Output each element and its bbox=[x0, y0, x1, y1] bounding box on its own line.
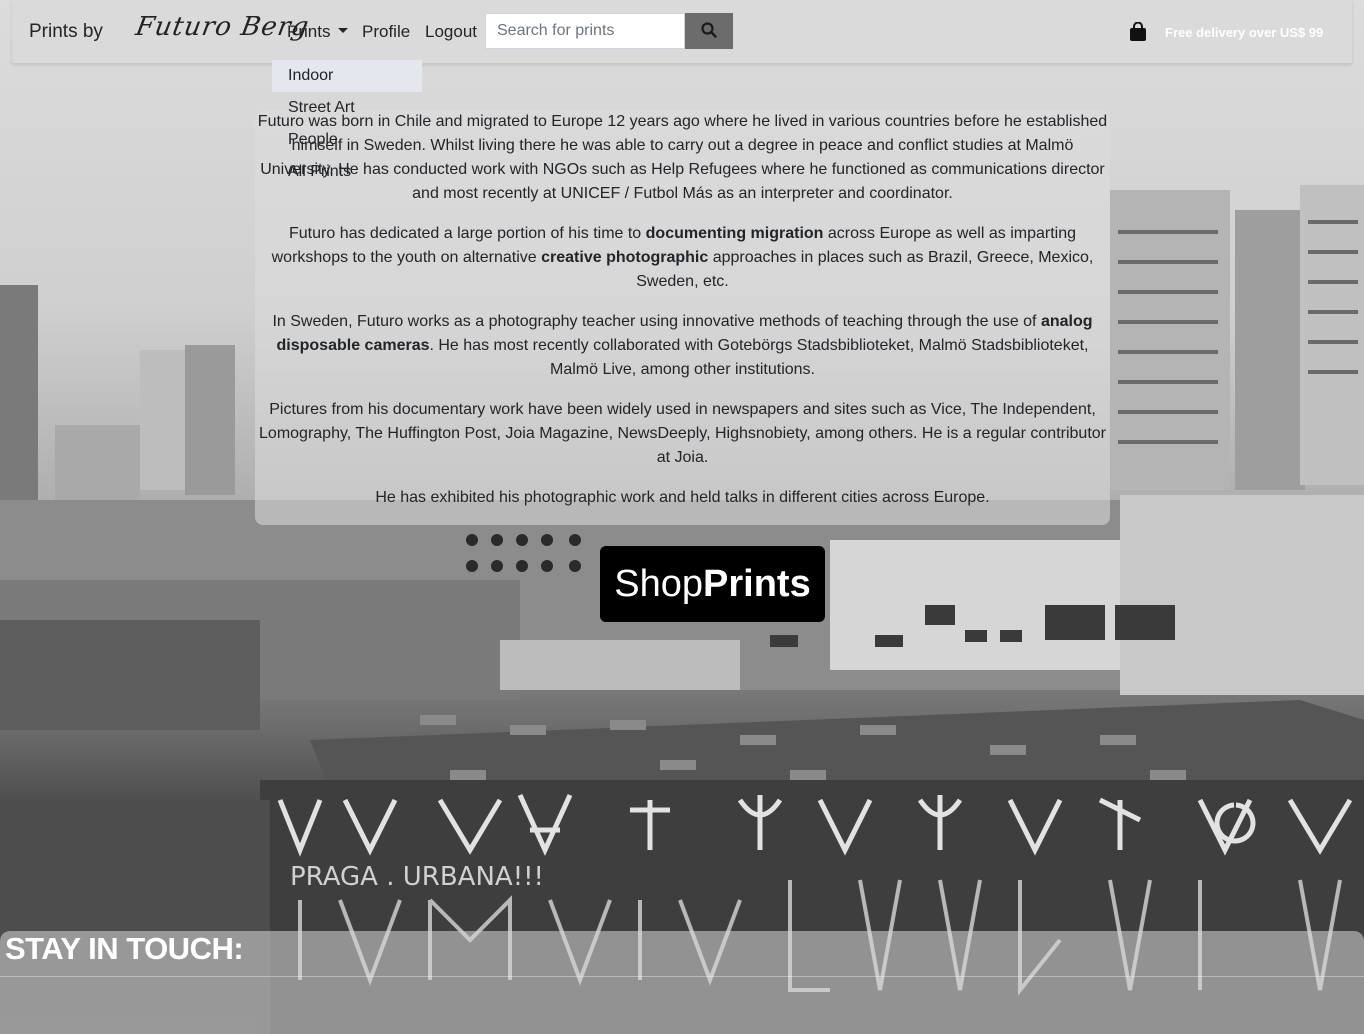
shop-label-part2: Prints bbox=[703, 563, 811, 605]
nav-prints-label: Prints bbox=[287, 22, 331, 41]
about-p2-bold-b: creative photographic bbox=[541, 249, 709, 266]
dropdown-item-people[interactable]: People bbox=[272, 124, 422, 156]
search-icon bbox=[701, 21, 717, 38]
about-paragraph-2: Futuro has dedicated a large portion of … bbox=[255, 222, 1110, 294]
about-paragraph-3: In Sweden, Futuro works as a photography… bbox=[255, 310, 1110, 382]
signature-logo[interactable]: Futuro Berg bbox=[133, 12, 311, 42]
about-p3-text-b: . He has most recently collaborated with… bbox=[429, 337, 1089, 378]
about-p3-text-a: In Sweden, Futuro works as a photography… bbox=[272, 313, 1041, 330]
svg-text:PRAGA . URBANA!!!: PRAGA . URBANA!!! bbox=[290, 862, 544, 892]
dropdown-item-street-art[interactable]: Street Art bbox=[272, 92, 422, 124]
footer-heading: STAY IN TOUCH: bbox=[5, 931, 244, 966]
bag-icon-svg bbox=[1130, 21, 1146, 41]
footer-stay-in-touch: STAY IN TOUCH: bbox=[0, 931, 1364, 1034]
search-input[interactable] bbox=[485, 13, 685, 49]
dropdown-item-indoor[interactable]: Indoor bbox=[272, 60, 422, 92]
about-p2-text-a: Futuro has dedicated a large portion of … bbox=[289, 225, 646, 242]
search-button[interactable] bbox=[685, 13, 733, 49]
shopping-bag-icon[interactable] bbox=[1129, 21, 1147, 47]
caret-down-icon bbox=[338, 28, 349, 34]
nav-profile-link[interactable]: Profile bbox=[362, 22, 410, 42]
brand-prefix[interactable]: Prints by bbox=[29, 21, 103, 43]
nav-prints-dropdown-toggle[interactable]: Prints bbox=[287, 22, 349, 42]
about-paragraph-5: He has exhibited his photographic work a… bbox=[375, 489, 990, 506]
about-p2-bold-a: documenting migration bbox=[645, 225, 824, 242]
about-paragraph-4: Pictures from his documentary work have … bbox=[259, 401, 1106, 466]
footer-divider bbox=[0, 976, 1364, 977]
top-navbar: Prints by Futuro Berg Prints Profile Log… bbox=[12, 0, 1352, 64]
shop-label-part1: Shop bbox=[614, 563, 704, 605]
nav-logout-link[interactable]: Logout bbox=[425, 22, 477, 42]
prints-dropdown-menu: Indoor Street Art People All Prints bbox=[272, 60, 422, 188]
free-delivery-text: Free delivery over US$ 99 bbox=[1165, 25, 1324, 40]
shop-prints-button[interactable]: ShopPrints bbox=[600, 546, 825, 622]
dropdown-item-all-prints[interactable]: All Prints bbox=[272, 156, 422, 188]
